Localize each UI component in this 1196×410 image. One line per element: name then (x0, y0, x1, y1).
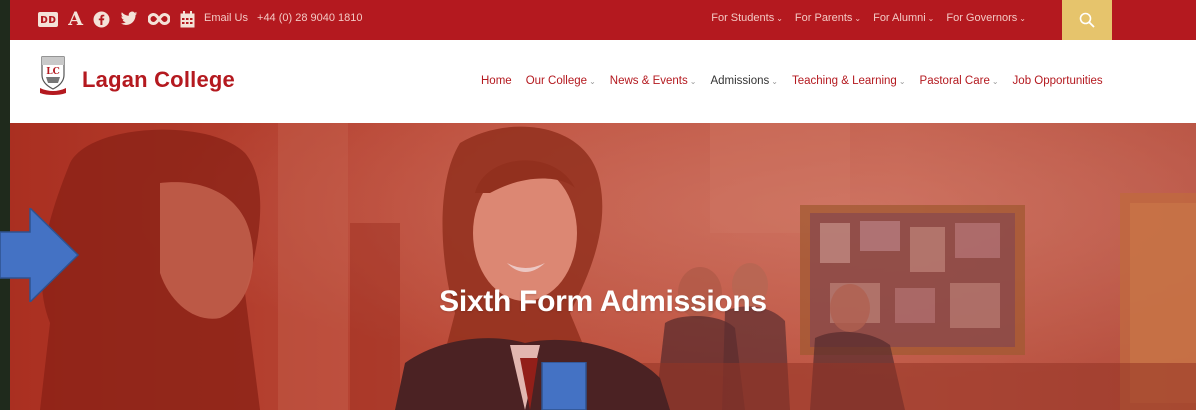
nav-for-governors[interactable]: For Governors ⌄ (946, 12, 1026, 24)
chevron-down-icon: ⌄ (776, 14, 783, 23)
contact-info: Email Us +44 (0) 28 9040 1810 (204, 12, 363, 24)
college-crest-logo[interactable]: LC (40, 55, 66, 95)
dyslexia-font-icon[interactable]: ᴅᴅ (38, 11, 59, 27)
nav-job-opportunities[interactable]: Job Opportunities (1013, 75, 1103, 87)
chevron-down-icon: ⌄ (589, 77, 596, 86)
main-nav: Home Our College ⌄ News & Events ⌄ Admissi… (481, 75, 1103, 87)
nav-home[interactable]: Home (481, 75, 512, 87)
nav-for-parents[interactable]: For Parents ⌄ (795, 12, 861, 24)
nav-for-governors-label: For Governors (946, 12, 1018, 24)
nav-home-label: Home (481, 75, 512, 87)
nav-our-college[interactable]: Our College ⌄ (526, 75, 596, 87)
nav-our-college-label: Our College (525, 75, 588, 87)
nav-for-alumni-label: For Alumni (873, 12, 926, 24)
facebook-icon[interactable] (93, 9, 110, 29)
nav-for-alumni[interactable]: For Alumni ⌄ (873, 12, 934, 24)
nav-admissions[interactable]: Admissions ⌄ (710, 75, 778, 87)
hero-banner: Sixth Form Admissions (10, 123, 1196, 410)
annotation-arrow-right (0, 208, 80, 302)
search-icon (1079, 12, 1095, 28)
chevron-down-icon: ⌄ (854, 14, 862, 23)
svg-text:LC: LC (46, 67, 60, 77)
nav-for-parents-label: For Parents (794, 12, 853, 24)
twitter-icon[interactable] (120, 9, 138, 29)
hero-background-photo (10, 123, 1196, 410)
nav-for-students[interactable]: For Students ⌄ (711, 12, 783, 24)
hero-title: Sixth Form Admissions (439, 285, 767, 318)
chevron-down-icon: ⌄ (771, 77, 778, 86)
infinity-icon[interactable] (147, 9, 170, 29)
email-link[interactable]: Email Us (204, 12, 248, 24)
nav-job-opportunities-label: Job Opportunities (1012, 75, 1103, 87)
nav-news-events[interactable]: News & Events ⌄ (610, 75, 697, 87)
page: ᴅᴅ A Email Us +44 (0) 28 9040 1810 For S… (10, 0, 1196, 410)
chevron-down-icon: ⌄ (927, 14, 935, 23)
nav-teaching-learning-label: Teaching & Learning (791, 75, 897, 87)
nav-pastoral-care-label: Pastoral Care (919, 75, 990, 87)
top-utility-bar: ᴅᴅ A Email Us +44 (0) 28 9040 1810 For S… (10, 0, 1196, 40)
search-button[interactable] (1062, 0, 1112, 40)
annotation-arrow-down (541, 362, 587, 410)
site-header: LC Lagan College Home Our College ⌄ News … (10, 40, 1196, 123)
phone-link[interactable]: +44 (0) 28 9040 1810 (257, 12, 363, 24)
calendar-icon[interactable] (180, 9, 195, 29)
chevron-down-icon: ⌄ (689, 77, 697, 86)
utility-icons: ᴅᴅ A (38, 9, 195, 29)
nav-news-events-label: News & Events (609, 75, 688, 87)
chevron-down-icon: ⌄ (991, 77, 999, 86)
nav-pastoral-care[interactable]: Pastoral Care ⌄ (920, 75, 999, 87)
brand-name[interactable]: Lagan College (82, 67, 235, 93)
text-size-icon[interactable]: A (68, 9, 83, 29)
nav-teaching-learning[interactable]: Teaching & Learning ⌄ (792, 75, 906, 87)
chevron-down-icon: ⌄ (1019, 14, 1026, 23)
nav-admissions-label: Admissions (710, 75, 770, 87)
nav-for-students-label: For Students (711, 12, 775, 24)
audience-nav: For Students ⌄ For Parents ⌄ For Alumni ⌄ F… (711, 12, 1026, 24)
chevron-down-icon: ⌄ (898, 77, 906, 86)
